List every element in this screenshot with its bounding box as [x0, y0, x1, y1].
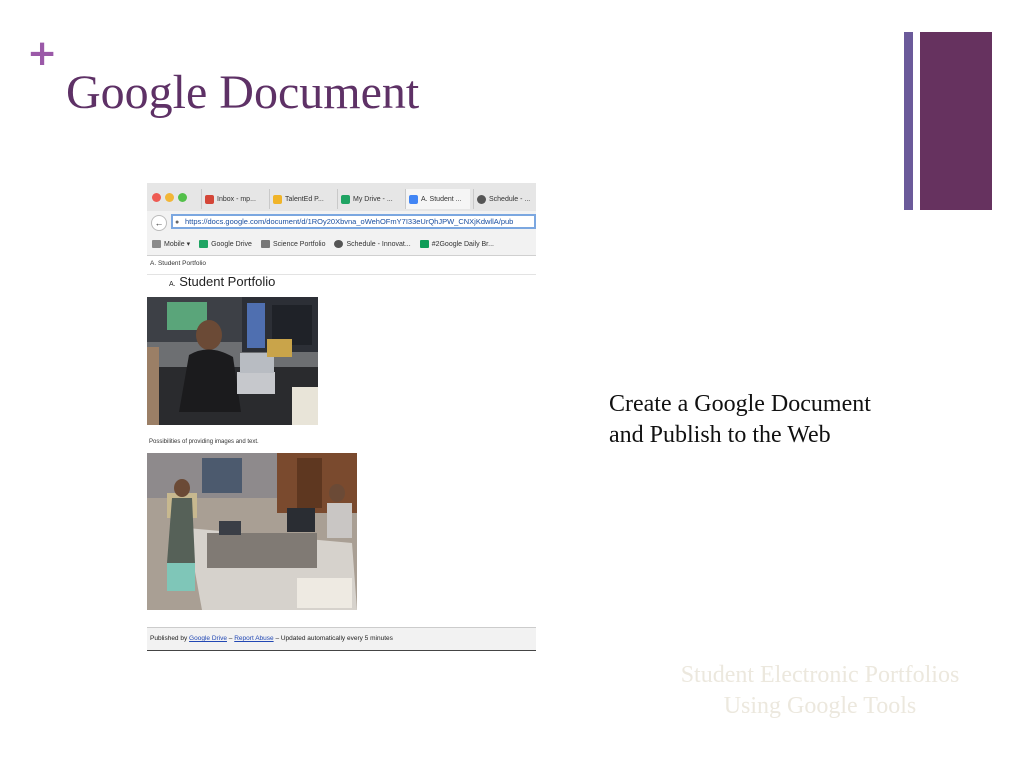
bookmark-google-daily[interactable]: #2Google Daily Br... [419, 240, 494, 248]
drive-icon [341, 194, 350, 204]
address-bar-row: ← ● https://docs.google.com/document/d/1… [147, 211, 536, 233]
bookmarks-bar: Mobile ▾ Google Drive Science Portfolio … [147, 233, 536, 256]
published-footer: Published by Google Drive – Report Abuse… [147, 627, 536, 650]
doc-title-text: Student Portfolio [179, 274, 276, 289]
browser-tab-inbox[interactable]: Inbox - mp... [201, 189, 266, 209]
drive-icon [199, 240, 209, 248]
watermark-line-1: Student Electronic Portfolios [680, 662, 960, 688]
bookmark-mobile[interactable]: Mobile ▾ [152, 240, 190, 248]
lock-icon: ● [175, 219, 180, 226]
accent-bar-thin [904, 32, 913, 210]
slide-title: Google Document [66, 66, 420, 119]
sheets-icon [419, 240, 429, 248]
plus-icon: + [27, 33, 58, 74]
docs-icon [409, 194, 418, 204]
gmail-icon [205, 194, 214, 204]
slide-description: Create a Google Document and Publish to … [609, 391, 871, 448]
schedule-icon [477, 194, 486, 204]
bookmark-google-drive[interactable]: Google Drive [199, 240, 252, 248]
accent-bar-thick [920, 32, 992, 210]
doc-title-prefix: A. [169, 281, 176, 288]
student-laptop-photo [147, 297, 318, 425]
report-abuse-link[interactable]: Report Abuse [234, 635, 273, 642]
bookmark-science-portfolio[interactable]: Science Portfolio [260, 240, 325, 248]
url-input[interactable]: ● https://docs.google.com/document/d/1RO… [171, 214, 536, 229]
back-arrow-icon[interactable]: ← [151, 215, 167, 231]
bookmark-icon [260, 240, 270, 248]
crown-icon [273, 194, 282, 204]
browser-screenshot: Inbox - mp... TalentEd P... My Drive - .… [147, 183, 536, 651]
browser-tab-talented[interactable]: TalentEd P... [269, 189, 334, 209]
schedule-icon [334, 240, 344, 248]
browser-tab-bar: Inbox - mp... TalentEd P... My Drive - .… [147, 183, 536, 211]
doc-path-label: A. Student Portfolio [147, 256, 536, 275]
doc-title: A. Student Portfolio [169, 274, 275, 289]
minimize-window-icon[interactable] [165, 193, 174, 202]
browser-tab-schedule[interactable]: Schedule - ... [473, 189, 536, 209]
close-window-icon[interactable] [152, 193, 161, 202]
watermark-line-2: Using Google Tools [723, 693, 917, 719]
folder-icon [152, 240, 161, 248]
students-workroom-photo [147, 453, 357, 610]
browser-tab-student[interactable]: A. Student ... [405, 189, 470, 209]
google-drive-link[interactable]: Google Drive [189, 635, 227, 642]
doc-caption: Possibilities of providing images and te… [149, 439, 259, 445]
maximize-window-icon[interactable] [178, 193, 187, 202]
browser-tab-my-drive[interactable]: My Drive - ... [337, 189, 402, 209]
bookmark-schedule[interactable]: Schedule - Innovat... [334, 240, 411, 248]
